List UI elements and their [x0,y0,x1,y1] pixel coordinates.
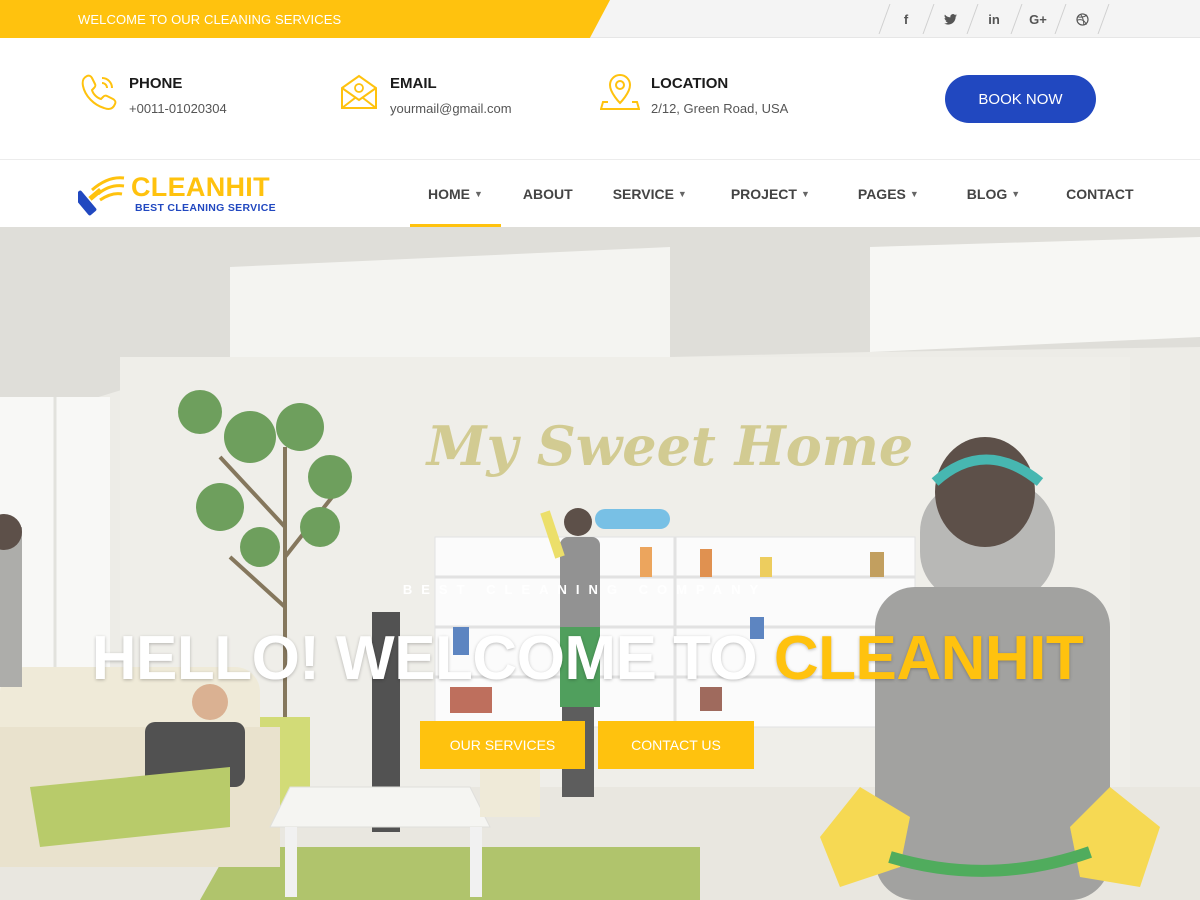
headline-highlight: CLEANHIT [773,624,1084,693]
nav-label: PAGES [857,185,906,202]
location-pin-icon [600,73,640,110]
location-label: LOCATION [651,75,729,92]
chevron-down-icon: ▼ [909,188,919,199]
brand-logo[interactable]: CLEANHIT BEST CLEANING SERVICE [78,172,288,216]
chevron-down-icon: ▼ [1011,188,1021,199]
headline-prefix: HELLO! WELCOME TO [91,624,774,693]
nav-label: CONTACT [1066,185,1134,202]
nav-label: PROJECT [730,185,797,202]
nav-item-pages[interactable]: PAGES ▼ [834,160,943,227]
nav-label: HOME [428,185,470,202]
squeegee-logo-icon [78,176,125,216]
nav-item-service[interactable]: SERVICE ▼ [593,160,707,227]
hero-kicker: BEST CLEANING COMPANY [402,582,768,597]
google-plus-icon[interactable]: G+ [1016,0,1060,38]
envelope-icon [341,74,377,109]
chevron-down-icon: ▼ [800,188,810,199]
brand-name: CLEANHIT [131,172,270,202]
chevron-down-icon: ▼ [677,188,687,199]
social-links: f in G+ [884,0,1104,38]
welcome-banner: WELCOME TO OUR CLEANING SERVICES [0,0,610,38]
hero-headline: HELLO! WELCOME TO CLEANHIT [0,623,1175,694]
our-services-button[interactable]: OUR SERVICES [420,721,585,769]
nav-label: SERVICE [612,185,674,202]
nav-item-home[interactable]: HOME ▼ [410,160,501,227]
contact-strip: PHONE +0011-01020304 EMAIL yourmail@gmai… [0,38,1200,160]
nav-item-blog[interactable]: BLOG ▼ [943,160,1044,227]
chevron-down-icon: ▼ [474,188,483,199]
facebook-icon[interactable]: f [884,0,928,38]
location-info: LOCATION 2/12, Green Road, USA [600,72,788,116]
contact-us-button[interactable]: CONTACT US [598,721,754,769]
hero-section: My Sweet Home BEST CLEANING COMPANY HELL… [0,227,1200,900]
dribbble-icon[interactable] [1060,0,1104,38]
phone-info: PHONE +0011-01020304 [78,72,227,116]
linkedin-icon[interactable]: in [972,0,1016,38]
phone-label: PHONE [129,75,183,92]
nav-item-about[interactable]: ABOUT [501,160,593,227]
brand-tagline: BEST CLEANING SERVICE [135,202,276,214]
location-value: 2/12, Green Road, USA [651,101,789,116]
top-bar: WELCOME TO OUR CLEANING SERVICES f in G+ [0,0,1200,38]
nav-menu: HOME ▼ ABOUT SERVICE ▼ PROJECT ▼ PAGES ▼ BLO… [410,160,1156,227]
email-value: yourmail@gmail.com [390,101,512,116]
book-now-button[interactable]: BOOK NOW [945,75,1096,123]
nav-item-project[interactable]: PROJECT ▼ [707,160,834,227]
hero-overlay [0,227,1200,900]
twitter-icon[interactable] [928,0,972,38]
email-info: EMAIL yourmail@gmail.com [339,72,512,116]
phone-icon [81,74,117,110]
main-navbar: CLEANHIT BEST CLEANING SERVICE HOME ▼ ABO… [0,160,1200,227]
email-label: EMAIL [390,75,437,92]
welcome-text: WELCOME TO OUR CLEANING SERVICES [78,12,342,27]
nav-item-contact[interactable]: CONTACT [1044,160,1155,227]
nav-label: BLOG [966,185,1008,202]
phone-value: +0011-01020304 [129,101,227,116]
nav-label: ABOUT [522,185,573,202]
